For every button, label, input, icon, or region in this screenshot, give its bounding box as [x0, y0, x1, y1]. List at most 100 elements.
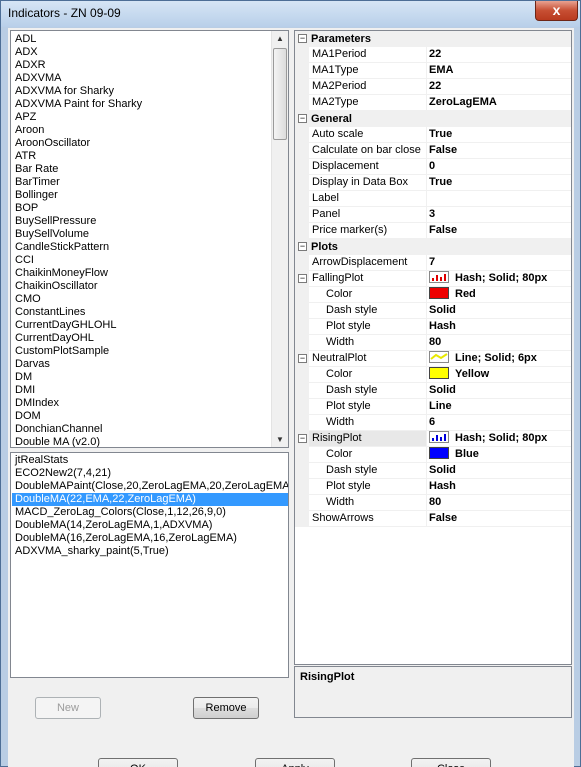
- indicator-list-item[interactable]: Bar Rate: [15, 163, 58, 176]
- grid-property-row[interactable]: − NeutralPlot Line; Solid; 6px: [295, 351, 571, 367]
- grid-property-row[interactable]: ArrowDisplacement 7: [295, 255, 571, 271]
- grid-property-value[interactable]: Solid: [427, 303, 571, 319]
- grid-property-row[interactable]: Dash style Solid: [295, 303, 571, 319]
- grid-property-value[interactable]: 0: [427, 159, 571, 175]
- grid-property-value[interactable]: Yellow: [427, 367, 571, 383]
- indicator-list-item[interactable]: ChaikinOscillator: [15, 280, 98, 293]
- configured-indicator-item[interactable]: DoubleMA(16,ZeroLagEMA,16,ZeroLagEMA): [12, 532, 288, 545]
- indicator-list-item[interactable]: DM: [15, 371, 32, 384]
- indicator-list[interactable]: ▲ ▼ ADL ADX ADXR ADXVMA ADXVMA for Sharky ADX…: [10, 30, 289, 448]
- indicator-list-item[interactable]: CCI: [15, 254, 34, 267]
- grid-property-value[interactable]: Blue: [427, 447, 571, 463]
- indicator-list-item[interactable]: ADL: [15, 33, 36, 46]
- indicator-list-item[interactable]: BOP: [15, 202, 38, 215]
- indicator-list-item[interactable]: APZ: [15, 111, 36, 124]
- grid-property-row[interactable]: Width 6: [295, 415, 571, 431]
- indicator-list-item[interactable]: CustomPlotSample: [15, 345, 109, 358]
- grid-property-row[interactable]: Width 80: [295, 335, 571, 351]
- grid-property-row[interactable]: Plot style Line: [295, 399, 571, 415]
- indicator-list-item[interactable]: Double MA (v2.0): [15, 436, 100, 447]
- indicator-list-item[interactable]: ADXR: [15, 59, 46, 72]
- configured-indicator-item[interactable]: DoubleMAPaint(Close,20,ZeroLagEMA,20,Zer…: [12, 480, 288, 493]
- indicator-list-item[interactable]: CurrentDayGHLOHL: [15, 319, 116, 332]
- grid-property-value[interactable]: False: [427, 143, 571, 159]
- grid-property-row[interactable]: Label: [295, 191, 571, 207]
- grid-property-row[interactable]: Display in Data Box True: [295, 175, 571, 191]
- grid-property-value[interactable]: [427, 191, 571, 207]
- grid-property-value[interactable]: Solid: [427, 383, 571, 399]
- indicator-list-item[interactable]: CandleStickPattern: [15, 241, 109, 254]
- indicator-list-item[interactable]: BuySellVolume: [15, 228, 89, 241]
- remove-button[interactable]: Remove: [193, 697, 259, 719]
- grid-property-row[interactable]: Color Blue: [295, 447, 571, 463]
- grid-property-row[interactable]: Dash style Solid: [295, 463, 571, 479]
- grid-property-row[interactable]: MA1Type EMA: [295, 63, 571, 79]
- indicator-list-item[interactable]: Aroon: [15, 124, 44, 137]
- property-grid[interactable]: − Parameters MA1Period 22 MA1Type EMA MA2Perio…: [294, 30, 572, 665]
- grid-category[interactable]: − General: [295, 111, 571, 127]
- window-close-button[interactable]: x: [535, 1, 578, 21]
- indicator-list-item[interactable]: Darvas: [15, 358, 50, 371]
- grid-property-row[interactable]: Color Red: [295, 287, 571, 303]
- indicator-list-item[interactable]: AroonOscillator: [15, 137, 90, 150]
- grid-property-value[interactable]: EMA: [427, 63, 571, 79]
- grid-property-value[interactable]: 80: [427, 495, 571, 511]
- scroll-thumb[interactable]: [273, 48, 287, 140]
- grid-property-value[interactable]: Hash: [427, 479, 571, 495]
- grid-property-row[interactable]: Width 80: [295, 495, 571, 511]
- grid-property-row[interactable]: MA2Type ZeroLagEMA: [295, 95, 571, 111]
- grid-property-value[interactable]: Hash; Solid; 80px: [427, 271, 571, 287]
- grid-property-value[interactable]: Line; Solid; 6px: [427, 351, 571, 367]
- indicator-list-item[interactable]: ADXVMA Paint for Sharky: [15, 98, 142, 111]
- indicator-list-item[interactable]: BuySellPressure: [15, 215, 96, 228]
- indicator-list-item[interactable]: DOM: [15, 410, 41, 423]
- grid-property-row[interactable]: Color Yellow: [295, 367, 571, 383]
- indicator-list-item[interactable]: ADXVMA for Sharky: [15, 85, 114, 98]
- grid-property-row[interactable]: Plot style Hash: [295, 319, 571, 335]
- grid-property-value[interactable]: False: [427, 223, 571, 239]
- collapse-icon[interactable]: −: [298, 434, 307, 443]
- grid-property-value[interactable]: 22: [427, 79, 571, 95]
- grid-category[interactable]: − Parameters: [295, 31, 571, 47]
- grid-property-value[interactable]: 80: [427, 335, 571, 351]
- indicator-list-item[interactable]: ATR: [15, 150, 36, 163]
- grid-property-value[interactable]: 22: [427, 47, 571, 63]
- indicator-list-item[interactable]: Bollinger: [15, 189, 58, 202]
- configured-indicator-list[interactable]: jtRealStats ECO2New2(7,4,21) DoubleMAPaint…: [10, 452, 289, 678]
- indicator-list-scrollbar[interactable]: ▲ ▼: [271, 31, 288, 447]
- configured-indicator-item[interactable]: ECO2New2(7,4,21): [12, 467, 288, 480]
- indicator-list-item[interactable]: BarTimer: [15, 176, 60, 189]
- grid-property-row[interactable]: − FallingPlot Hash; Solid; 80px: [295, 271, 571, 287]
- collapse-icon[interactable]: −: [298, 242, 307, 251]
- grid-property-row[interactable]: Plot style Hash: [295, 479, 571, 495]
- indicator-list-item[interactable]: DonchianChannel: [15, 423, 102, 436]
- indicator-list-item[interactable]: ADXVMA: [15, 72, 61, 85]
- grid-property-row[interactable]: MA2Period 22: [295, 79, 571, 95]
- scroll-up-icon[interactable]: ▲: [272, 31, 288, 46]
- indicator-list-item[interactable]: ChaikinMoneyFlow: [15, 267, 108, 280]
- grid-property-row[interactable]: − RisingPlot Hash; Solid; 80px: [295, 431, 571, 447]
- grid-property-value[interactable]: Hash: [427, 319, 571, 335]
- collapse-icon[interactable]: −: [298, 354, 307, 363]
- grid-property-row[interactable]: Dash style Solid: [295, 383, 571, 399]
- new-button[interactable]: New: [35, 697, 101, 719]
- indicator-list-item[interactable]: CMO: [15, 293, 41, 306]
- grid-property-value[interactable]: False: [427, 511, 571, 527]
- grid-property-value[interactable]: True: [427, 175, 571, 191]
- grid-category[interactable]: − Plots: [295, 239, 571, 255]
- configured-indicator-item[interactable]: jtRealStats: [12, 454, 288, 467]
- grid-property-row[interactable]: MA1Period 22: [295, 47, 571, 63]
- indicator-list-item[interactable]: DMI: [15, 384, 35, 397]
- configured-indicator-item[interactable]: ADXVMA_sharky_paint(5,True): [12, 545, 288, 558]
- indicator-list-item[interactable]: DMIndex: [15, 397, 59, 410]
- grid-property-row[interactable]: Auto scale True: [295, 127, 571, 143]
- grid-property-row[interactable]: Displacement 0: [295, 159, 571, 175]
- configured-indicator-item[interactable]: MACD_ZeroLag_Colors(Close,1,12,26,9,0): [12, 506, 288, 519]
- indicator-list-item[interactable]: ConstantLines: [15, 306, 85, 319]
- configured-indicator-item[interactable]: DoubleMA(22,EMA,22,ZeroLagEMA): [12, 493, 288, 506]
- grid-property-row[interactable]: ShowArrows False: [295, 511, 571, 527]
- configured-indicator-item[interactable]: DoubleMA(14,ZeroLagEMA,1,ADXVMA): [12, 519, 288, 532]
- grid-property-value[interactable]: 7: [427, 255, 571, 271]
- ok-button[interactable]: OK: [98, 758, 178, 767]
- grid-property-value[interactable]: Hash; Solid; 80px: [427, 431, 571, 447]
